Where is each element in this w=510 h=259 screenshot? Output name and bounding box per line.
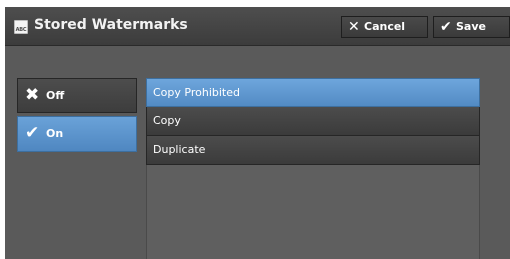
on-button-label: On <box>46 127 64 140</box>
page-title: Stored Watermarks <box>34 17 188 33</box>
x-icon: ✕ <box>348 19 360 35</box>
list-item-duplicate[interactable]: Duplicate <box>146 136 480 165</box>
checkmark-icon: ✔ <box>25 123 40 143</box>
cancel-button[interactable]: ✕ Cancel <box>341 16 428 38</box>
list-item-copy[interactable]: Copy <box>146 107 480 136</box>
off-button-label: Off <box>46 89 65 102</box>
watermark-list: Copy Prohibited Copy Duplicate <box>146 78 480 259</box>
app-icon-text: ABC <box>15 27 27 33</box>
abc-document-icon: ABC <box>14 20 28 34</box>
list-item-copy-prohibited[interactable]: Copy Prohibited <box>146 78 480 107</box>
cancel-button-label: Cancel <box>364 20 406 33</box>
checkmark-icon: ✔ <box>440 19 452 35</box>
on-button[interactable]: ✔ On <box>17 116 137 152</box>
off-button[interactable]: ✖ Off <box>17 78 137 113</box>
stored-watermarks-panel: ABC Stored Watermarks ✕ Cancel ✔ Save ✖ … <box>5 7 510 259</box>
header-bar: ABC Stored Watermarks ✕ Cancel ✔ Save <box>5 7 510 46</box>
save-button-label: Save <box>456 20 486 33</box>
screen: ABC Stored Watermarks ✕ Cancel ✔ Save ✖ … <box>0 0 510 259</box>
save-button[interactable]: ✔ Save <box>433 16 510 38</box>
off-on-toggle: ✖ Off ✔ On <box>17 78 137 152</box>
x-icon: ✖ <box>25 85 40 105</box>
